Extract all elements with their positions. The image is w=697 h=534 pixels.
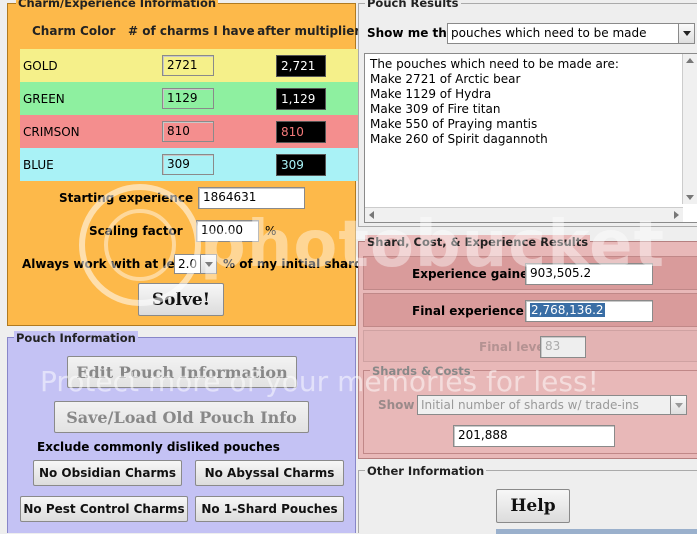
charm-name: GREEN [23,92,65,106]
charm-panel-title: Charm/Experience Information [16,0,219,10]
edit-pouch-info-button[interactable]: Edit Pouch Information [67,356,297,388]
always-work-label: Always work with at least [22,257,196,271]
always-work-suffix: % of my initial shards [223,257,370,271]
scroll-down-icon[interactable] [686,195,694,200]
min-shards-select[interactable]: 2.0 [174,254,217,274]
col-header-color: Charm Color [32,24,116,38]
crimson-count-input[interactable]: 810 [162,121,214,142]
green-count-input[interactable]: 1129 [162,88,214,109]
charm-row-green: GREEN 1129 1,129 [20,82,358,115]
pouch-results-panel: Pouch Results Show me the pouches which … [358,0,697,227]
shards-costs-title: Shards & Costs [370,364,473,378]
gold-count-input[interactable]: 2721 [162,55,214,76]
show-me-label: Show me the [367,26,455,40]
scaling-factor-label: Scaling factor [89,224,183,238]
results-line: Make 260 of Spirit dagannoth [370,132,548,146]
pouch-results-title: Pouch Results [365,0,461,10]
pouch-info-title: Pouch Information [14,331,138,345]
pouch-information-panel: Pouch Information Edit Pouch Information… [7,331,356,533]
shards-show-label: Show [378,398,415,412]
shard-cost-experience-panel: Shard, Cost, & Experience Results Experi… [358,235,697,459]
crimson-multiplier-value: 810 [276,121,326,143]
final-exp-row: Final experience 2,768,136.2 [363,293,697,327]
results-line: Make 309 of Fire titan [370,102,501,116]
exclude-pouches-label: Exclude commonly disliked pouches [37,440,280,454]
scaling-unit: % [265,224,277,238]
scroll-up-icon[interactable] [686,58,694,63]
charm-name: GOLD [23,59,58,73]
exp-gained-row: Experience gained 903,505.2 [363,256,697,290]
results-line: Make 2721 of Arctic bear [370,72,521,86]
vertical-scrollbar[interactable] [682,54,697,204]
chevron-down-icon[interactable] [670,396,686,414]
results-line: Make 550 of Praying mantis [370,117,538,131]
charm-row-gold: GOLD 2721 2,721 [20,49,358,82]
green-multiplier-value: 1,129 [276,88,326,110]
gold-multiplier-value: 2,721 [276,55,326,77]
final-level-row: Final level 83 [363,330,697,362]
min-shards-value: 2.0 [178,257,198,271]
col-header-have: # of charms I have [128,24,255,38]
pouch-results-textarea[interactable]: The pouches which need to be made are: M… [364,53,697,223]
no-obsidian-charms-button[interactable]: No Obsidian Charms [33,460,182,486]
charm-name: CRIMSON [23,125,80,139]
shards-view-select[interactable]: Initial number of shards w/ trade-ins [417,395,687,415]
save-load-pouch-info-button[interactable]: Save/Load Old Pouch Info [54,401,309,433]
other-information-panel: Other Information Help [358,464,697,534]
scaling-factor-input[interactable]: 100.00 [196,220,259,242]
chevron-down-icon[interactable] [678,24,694,43]
results-line: Make 1129 of Hydra [370,87,492,101]
col-header-mult: - after multiplier [248,24,361,38]
starting-experience-label: Starting experience [59,191,194,205]
help-button[interactable]: Help [496,489,570,523]
starting-experience-input[interactable]: 1864631 [198,187,305,209]
final-level-value: 83 [540,336,586,358]
charm-row-blue: BLUE 309 309 [20,148,358,181]
results-view-select[interactable]: pouches which need to be made [447,23,695,44]
results-view-value: pouches which need to be made [451,26,647,40]
shards-costs-group: Shards & Costs Show Initial number of sh… [363,364,697,454]
shards-view-value: Initial number of shards w/ trade-ins [421,398,639,412]
bottom-strip [496,529,697,534]
no-1-shard-pouches-button[interactable]: No 1-Shard Pouches [195,496,344,522]
charm-row-crimson: CRIMSON 810 810 [20,115,358,148]
results-line: The pouches which need to be made are: [370,57,619,71]
shards-total-value[interactable]: 201,888 [453,425,615,447]
chevron-down-icon[interactable] [200,255,216,273]
blue-multiplier-value: 309 [276,154,326,176]
final-exp-value[interactable]: 2,768,136.2 [525,300,653,322]
final-exp-selected-text: 2,768,136.2 [530,303,605,317]
horizontal-scrollbar[interactable] [365,207,683,222]
other-info-title: Other Information [365,464,487,478]
scroll-right-icon[interactable] [674,211,679,219]
shard-results-title: Shard, Cost, & Experience Results [365,235,591,249]
final-level-label: Final level [479,340,549,354]
blue-count-input[interactable]: 309 [162,154,214,175]
exp-gained-value[interactable]: 903,505.2 [525,263,653,285]
final-exp-label: Final experience [412,304,524,318]
no-pest-control-charms-button[interactable]: No Pest Control Charms [20,496,188,522]
exp-gained-label: Experience gained [412,267,537,281]
scroll-left-icon[interactable] [369,211,374,219]
charm-name: BLUE [23,158,54,172]
charm-experience-panel: Charm/Experience Information Charm Color… [7,0,370,326]
solve-button[interactable]: Solve! [138,283,224,316]
no-abyssal-charms-button[interactable]: No Abyssal Charms [195,460,344,486]
